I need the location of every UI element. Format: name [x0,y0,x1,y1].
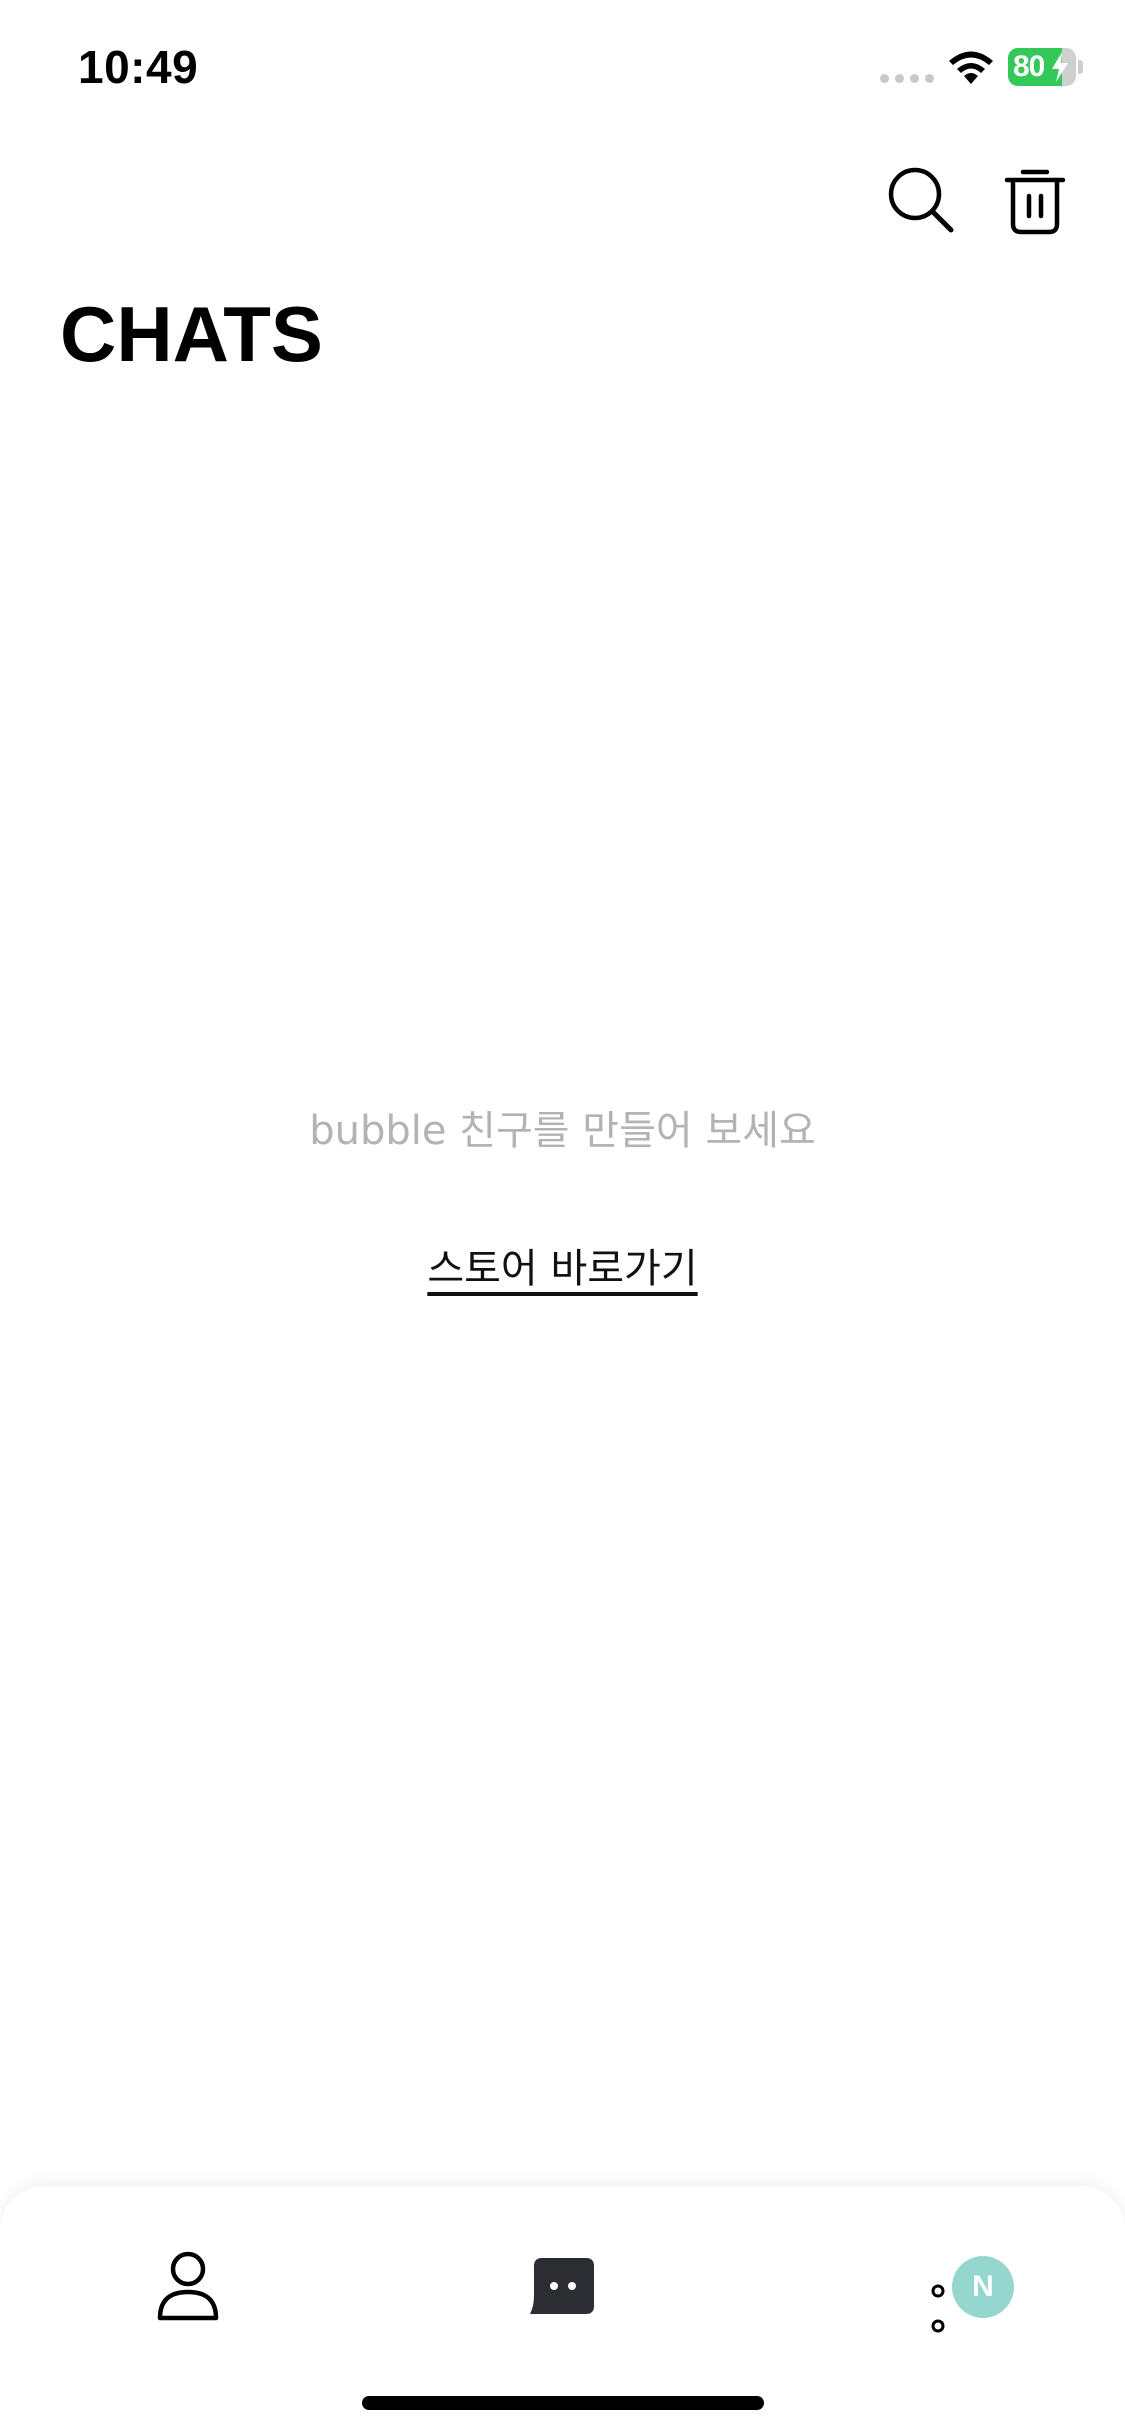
status-time: 10:49 [78,41,199,93]
header-actions [825,162,1125,237]
person-icon[interactable] [138,2236,238,2336]
cellular-signal-icon [880,74,934,83]
wifi-icon [949,51,993,84]
status-bar: 10:49 80 [0,0,1125,135]
page-title: CHATS [60,290,323,378]
chat-bubble-icon[interactable] [512,2236,612,2336]
store-link[interactable]: 스토어 바로가기 [0,1236,1125,1294]
battery-indicator: 80 [1008,48,1083,86]
tab-more[interactable]: N [900,2236,1014,2336]
search-icon[interactable] [883,162,959,238]
notification-badge: N [952,2256,1014,2318]
empty-state-message: bubble 친구를 만들어 보세요 [309,1108,816,1154]
home-indicator [362,2396,764,2410]
charging-bolt-icon [1052,52,1068,82]
trash-icon[interactable] [997,162,1073,238]
